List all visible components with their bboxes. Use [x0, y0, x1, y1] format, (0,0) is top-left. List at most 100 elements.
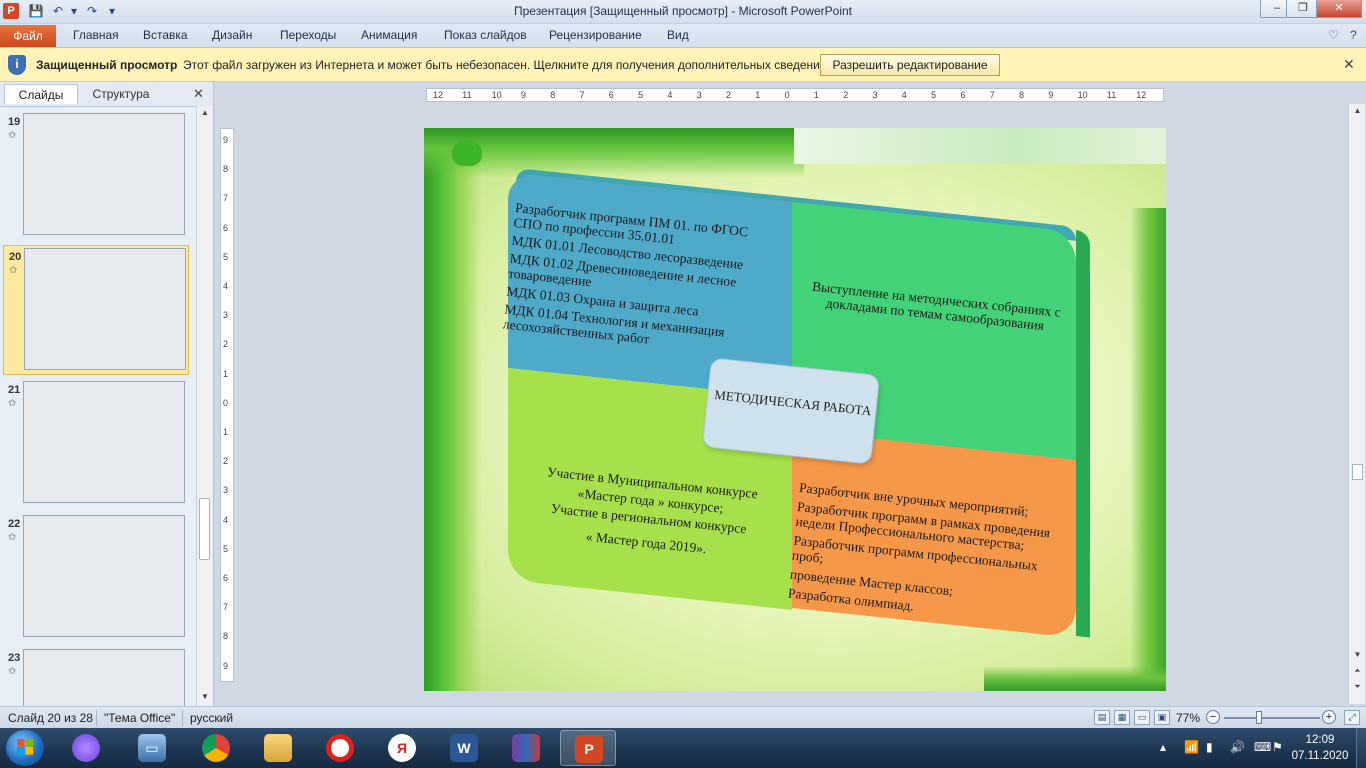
slide-thumbnails: 19 ✩ 20 ✩ 21 ✩ 22 ✩ 23 ✩: [0, 106, 196, 706]
ruler-tick-label: 9: [223, 135, 229, 145]
slide-number: 21: [8, 384, 21, 396]
thumbnail-image[interactable]: [24, 248, 186, 370]
slideshow-view-icon[interactable]: ▣: [1154, 710, 1170, 725]
diagram-side-edge: [1076, 230, 1090, 462]
vertical-ruler[interactable]: 9 8 7 6 5 4 3 2 1 0 1 2 3 4 5 6 7 8 9: [220, 128, 234, 682]
taskbar-app-yandex[interactable]: Я: [374, 730, 430, 766]
action-center-icon[interactable]: ⚑: [1272, 740, 1283, 754]
opera-icon: [326, 734, 354, 762]
tab-transitions[interactable]: Переходы: [280, 28, 336, 42]
tab-slideshow[interactable]: Показ слайдов: [444, 28, 527, 42]
start-button[interactable]: [6, 730, 44, 766]
horizontal-ruler[interactable]: 12 11 10 9 8 7 6 5 4 3 2 1 0 1 2 3 4 5 6 7 8 9 10 11 12: [426, 88, 1164, 102]
slide-thumbnail-selected[interactable]: 20 ✩: [3, 245, 189, 375]
taskbar-app-computer[interactable]: ▭: [124, 730, 180, 766]
device-icon[interactable]: ▮: [1206, 740, 1213, 754]
window-title: Презентация [Защищенный просмотр] - Micr…: [513, 4, 853, 18]
ruler-tick-label: 1: [813, 90, 819, 100]
language-indicator[interactable]: русский: [190, 711, 233, 725]
ruler-tick-label: 3: [223, 485, 229, 496]
windows-logo-icon: [17, 739, 33, 755]
status-bar: Слайд 20 из 28 "Тема Office" русский ▤ ▦…: [0, 706, 1366, 728]
normal-view-icon[interactable]: ▤: [1094, 710, 1110, 725]
slide-thumbnail[interactable]: 21 ✩: [3, 379, 189, 509]
tab-slides[interactable]: Слайды: [4, 84, 78, 104]
tab-review[interactable]: Рецензирование: [549, 28, 642, 42]
slide-sorter-icon[interactable]: ▦: [1114, 710, 1130, 725]
reading-view-icon[interactable]: ▭: [1134, 710, 1150, 725]
close-window-button[interactable]: ✕: [1316, 0, 1362, 18]
ruler-tick-label: 7: [223, 602, 229, 613]
zoom-out-button[interactable]: −: [1206, 710, 1220, 724]
tab-insert[interactable]: Вставка: [143, 28, 188, 42]
ruler-tick-label: 4: [901, 90, 907, 100]
thumbnails-scrollbar[interactable]: ▲ ▼: [196, 106, 212, 706]
scroll-up-icon[interactable]: ▲: [1349, 104, 1366, 118]
slide-counter: Слайд 20 из 28: [8, 711, 93, 725]
decorative-frame-left: [424, 128, 482, 691]
show-desktop-button[interactable]: [1356, 728, 1366, 768]
tab-file[interactable]: Файл: [0, 25, 56, 47]
clock-time: 12:09: [1305, 734, 1335, 746]
taskbar-app-alice[interactable]: [58, 730, 114, 766]
tab-outline[interactable]: Структура: [84, 84, 158, 104]
slide-thumbnail[interactable]: 23 ✩: [3, 647, 189, 706]
volume-icon[interactable]: 🔊: [1230, 740, 1245, 754]
tab-view[interactable]: Вид: [667, 28, 689, 42]
taskbar-app-opera[interactable]: [312, 730, 368, 766]
zoom-in-button[interactable]: +: [1322, 710, 1336, 724]
keyboard-icon[interactable]: ⌨: [1254, 740, 1271, 754]
chrome-icon: [202, 734, 230, 762]
close-bar-icon[interactable]: ✕: [1343, 56, 1355, 73]
theme-name[interactable]: "Тема Office": [104, 711, 175, 725]
center-box[interactable]: МЕТОДИЧЕСКАЯ РАБОТА: [701, 357, 881, 465]
protected-view-message[interactable]: Этот файл загружен из Интернета и может …: [183, 58, 830, 72]
taskbar-app-chrome[interactable]: [188, 730, 244, 766]
thumbnail-image[interactable]: [23, 649, 185, 706]
slide-number: 22: [8, 518, 21, 530]
protected-view-title: Защищенный просмотр: [36, 58, 178, 72]
slide-number: 19: [8, 116, 21, 128]
next-slide-icon[interactable]: ⏷: [1349, 680, 1366, 694]
tray-expand-icon[interactable]: ▴: [1160, 740, 1166, 754]
title-bar: P 💾 ↶ ▾ ↷ ▾ Презентация [Защищенный прос…: [0, 0, 1366, 24]
slide-thumbnail[interactable]: 19 ✩: [3, 111, 189, 241]
ruler-tick-label: 8: [223, 631, 229, 642]
scroll-up-icon[interactable]: ▲: [197, 106, 213, 120]
help-icon[interactable]: ?: [1350, 28, 1357, 42]
ruler-tick-label: 12: [433, 90, 444, 100]
tab-home[interactable]: Главная: [73, 28, 119, 42]
ruler-tick-label: 11: [462, 90, 472, 100]
status-divider: [182, 710, 183, 726]
zoom-level[interactable]: 77%: [1176, 711, 1200, 725]
zoom-slider[interactable]: [1224, 717, 1320, 719]
scroll-thumb[interactable]: [199, 498, 210, 560]
ruler-tick-label: 7: [989, 90, 995, 100]
taskbar-app-explorer[interactable]: [250, 730, 306, 766]
taskbar-app-powerpoint[interactable]: P: [560, 730, 616, 766]
previous-slide-icon[interactable]: ⏶: [1349, 664, 1366, 678]
tab-design[interactable]: Дизайн: [212, 28, 252, 42]
network-icon[interactable]: 📶: [1184, 740, 1199, 754]
taskbar-app-word[interactable]: W: [436, 730, 492, 766]
slide-canvas[interactable]: Разработчик программ ПМ 01. по ФГОС СПО …: [424, 128, 1166, 691]
scroll-thumb[interactable]: [1352, 464, 1363, 480]
ribbon-minimize-icon[interactable]: ♡: [1328, 28, 1339, 42]
slide-thumbnail[interactable]: 22 ✩: [3, 513, 189, 643]
maximize-button[interactable]: ❐: [1286, 0, 1320, 18]
enable-editing-button[interactable]: Разрешить редактирование: [820, 54, 1000, 76]
close-panel-icon[interactable]: ✕: [193, 86, 204, 102]
zoom-slider-thumb[interactable]: [1256, 711, 1262, 724]
clock[interactable]: 12:09 07.11.2020: [1290, 732, 1350, 764]
status-divider: [96, 710, 97, 726]
taskbar-app-winrar[interactable]: [498, 730, 554, 766]
scroll-down-icon[interactable]: ▼: [197, 690, 213, 704]
thumbnail-image[interactable]: [23, 381, 185, 503]
thumbnail-image[interactable]: [23, 113, 185, 235]
fit-to-window-icon[interactable]: ⤢: [1344, 710, 1360, 725]
top-left-text[interactable]: Разработчик программ ПМ 01. по ФГОС СПО …: [502, 200, 775, 361]
scroll-down-icon[interactable]: ▼: [1349, 648, 1366, 662]
tab-animation[interactable]: Анимация: [361, 28, 417, 42]
thumbnail-image[interactable]: [23, 515, 185, 637]
editor-scrollbar[interactable]: ▲ ▼ ⏶ ⏷: [1348, 104, 1365, 704]
